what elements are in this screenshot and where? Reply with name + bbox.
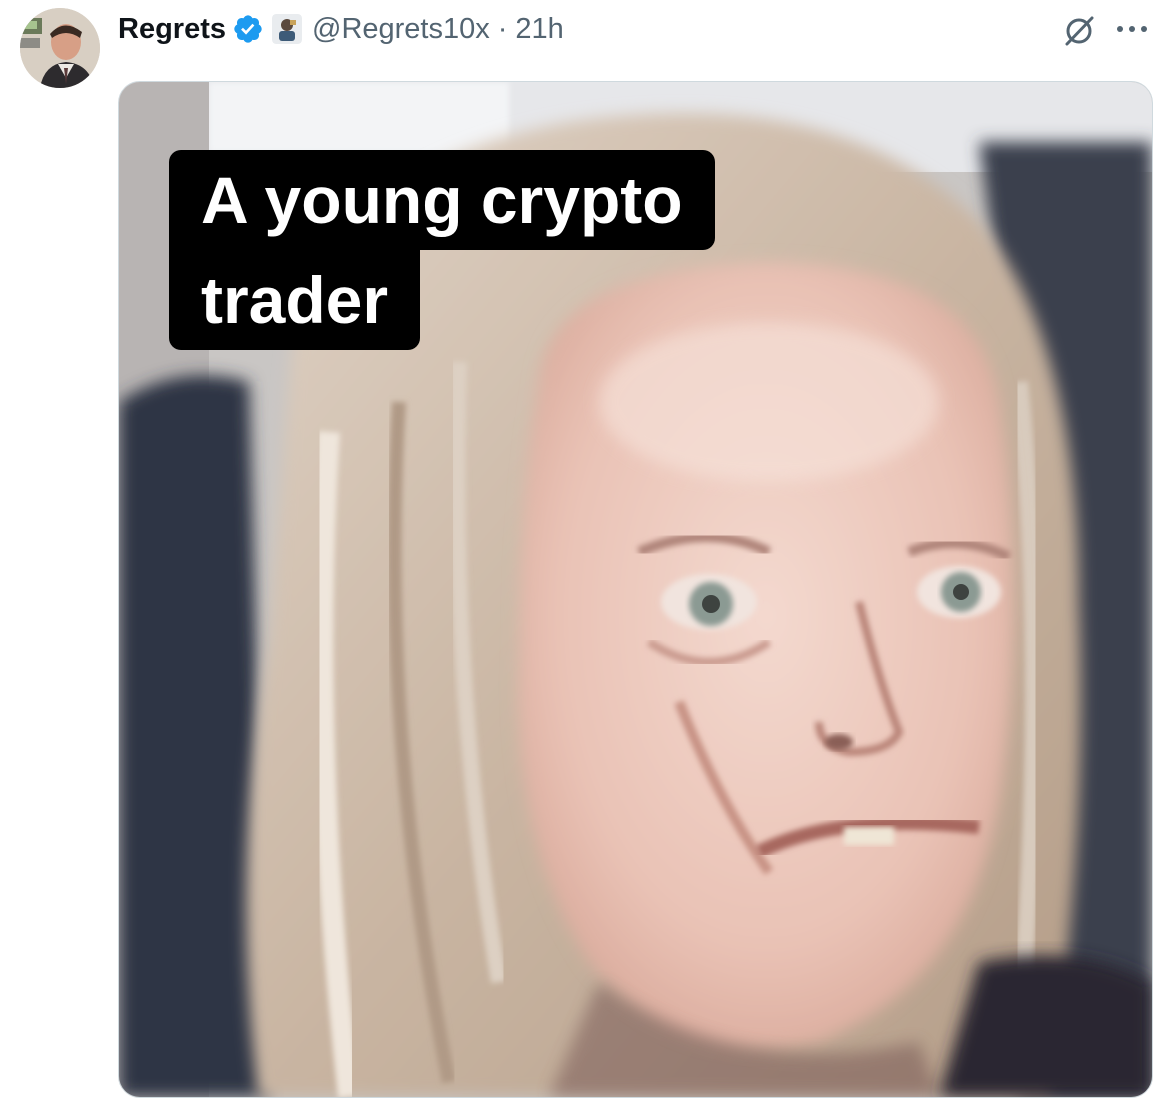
meme-caption: A young crypto trader	[169, 150, 715, 350]
tweet-header: Regrets @Regrets10x · 21h	[118, 10, 564, 48]
separator-dot: ·	[497, 12, 508, 45]
verified-badge-icon	[234, 15, 262, 43]
user-handle[interactable]: @Regrets10x	[312, 13, 490, 46]
avatar[interactable]	[20, 8, 100, 88]
tweet-media-image[interactable]: A young crypto trader	[118, 81, 1153, 1098]
caption-line-2: trader	[169, 250, 421, 350]
avatar-image	[20, 8, 100, 88]
affiliate-badge-icon[interactable]	[272, 14, 302, 44]
caption-line-1: A young crypto	[169, 150, 715, 250]
timestamp[interactable]: 21h	[515, 13, 563, 46]
more-icon[interactable]	[1112, 14, 1152, 44]
grok-icon[interactable]	[1062, 14, 1096, 48]
display-name[interactable]: Regrets	[118, 13, 226, 46]
